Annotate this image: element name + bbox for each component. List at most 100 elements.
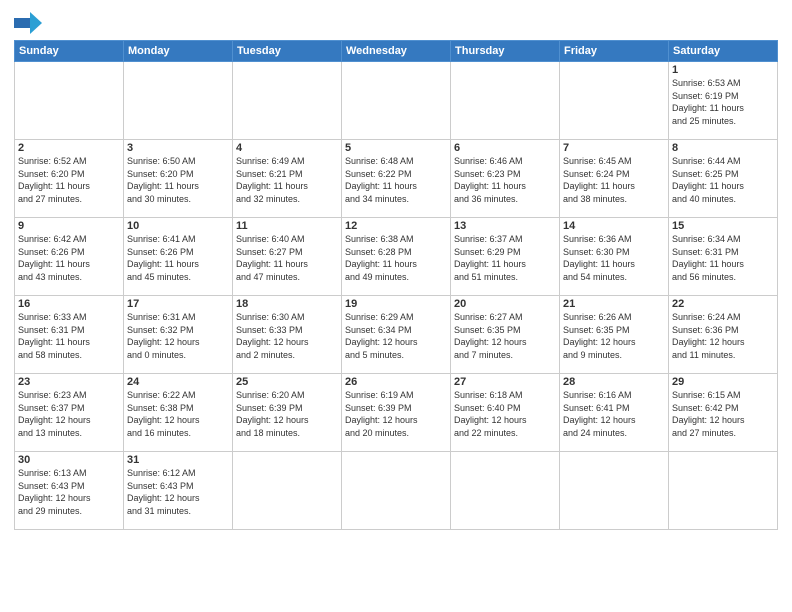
day-info: Sunrise: 6:52 AM Sunset: 6:20 PM Dayligh… xyxy=(18,155,120,205)
calendar-cell: 17Sunrise: 6:31 AM Sunset: 6:32 PM Dayli… xyxy=(124,296,233,374)
logo xyxy=(14,12,50,34)
day-info: Sunrise: 6:24 AM Sunset: 6:36 PM Dayligh… xyxy=(672,311,774,361)
calendar-cell: 28Sunrise: 6:16 AM Sunset: 6:41 PM Dayli… xyxy=(560,374,669,452)
day-info: Sunrise: 6:41 AM Sunset: 6:26 PM Dayligh… xyxy=(127,233,229,283)
day-number: 25 xyxy=(236,376,338,388)
day-info: Sunrise: 6:37 AM Sunset: 6:29 PM Dayligh… xyxy=(454,233,556,283)
weekday-header-tuesday: Tuesday xyxy=(233,41,342,62)
weekday-header-saturday: Saturday xyxy=(669,41,778,62)
calendar-cell: 22Sunrise: 6:24 AM Sunset: 6:36 PM Dayli… xyxy=(669,296,778,374)
week-row-3: 16Sunrise: 6:33 AM Sunset: 6:31 PM Dayli… xyxy=(15,296,778,374)
day-info: Sunrise: 6:27 AM Sunset: 6:35 PM Dayligh… xyxy=(454,311,556,361)
calendar-cell xyxy=(560,62,669,140)
day-info: Sunrise: 6:13 AM Sunset: 6:43 PM Dayligh… xyxy=(18,467,120,517)
day-info: Sunrise: 6:22 AM Sunset: 6:38 PM Dayligh… xyxy=(127,389,229,439)
day-info: Sunrise: 6:30 AM Sunset: 6:33 PM Dayligh… xyxy=(236,311,338,361)
day-info: Sunrise: 6:31 AM Sunset: 6:32 PM Dayligh… xyxy=(127,311,229,361)
day-number: 20 xyxy=(454,298,556,310)
week-row-5: 30Sunrise: 6:13 AM Sunset: 6:43 PM Dayli… xyxy=(15,452,778,530)
calendar-cell xyxy=(451,452,560,530)
calendar-cell: 26Sunrise: 6:19 AM Sunset: 6:39 PM Dayli… xyxy=(342,374,451,452)
day-number: 18 xyxy=(236,298,338,310)
day-number: 19 xyxy=(345,298,447,310)
calendar-cell: 20Sunrise: 6:27 AM Sunset: 6:35 PM Dayli… xyxy=(451,296,560,374)
calendar-cell: 31Sunrise: 6:12 AM Sunset: 6:43 PM Dayli… xyxy=(124,452,233,530)
calendar-cell: 2Sunrise: 6:52 AM Sunset: 6:20 PM Daylig… xyxy=(15,140,124,218)
day-info: Sunrise: 6:38 AM Sunset: 6:28 PM Dayligh… xyxy=(345,233,447,283)
calendar-cell: 15Sunrise: 6:34 AM Sunset: 6:31 PM Dayli… xyxy=(669,218,778,296)
day-info: Sunrise: 6:23 AM Sunset: 6:37 PM Dayligh… xyxy=(18,389,120,439)
day-info: Sunrise: 6:16 AM Sunset: 6:41 PM Dayligh… xyxy=(563,389,665,439)
calendar-cell: 13Sunrise: 6:37 AM Sunset: 6:29 PM Dayli… xyxy=(451,218,560,296)
calendar-cell: 21Sunrise: 6:26 AM Sunset: 6:35 PM Dayli… xyxy=(560,296,669,374)
day-number: 17 xyxy=(127,298,229,310)
weekday-header-monday: Monday xyxy=(124,41,233,62)
day-info: Sunrise: 6:36 AM Sunset: 6:30 PM Dayligh… xyxy=(563,233,665,283)
week-row-0: 1Sunrise: 6:53 AM Sunset: 6:19 PM Daylig… xyxy=(15,62,778,140)
calendar-cell: 25Sunrise: 6:20 AM Sunset: 6:39 PM Dayli… xyxy=(233,374,342,452)
day-number: 23 xyxy=(18,376,120,388)
calendar-cell: 30Sunrise: 6:13 AM Sunset: 6:43 PM Dayli… xyxy=(15,452,124,530)
day-number: 30 xyxy=(18,454,120,466)
day-info: Sunrise: 6:33 AM Sunset: 6:31 PM Dayligh… xyxy=(18,311,120,361)
calendar-cell xyxy=(342,452,451,530)
day-number: 4 xyxy=(236,142,338,154)
day-number: 9 xyxy=(18,220,120,232)
calendar-cell: 27Sunrise: 6:18 AM Sunset: 6:40 PM Dayli… xyxy=(451,374,560,452)
day-number: 22 xyxy=(672,298,774,310)
weekday-header-sunday: Sunday xyxy=(15,41,124,62)
day-number: 31 xyxy=(127,454,229,466)
day-number: 16 xyxy=(18,298,120,310)
logo-area xyxy=(14,12,50,34)
calendar-cell: 5Sunrise: 6:48 AM Sunset: 6:22 PM Daylig… xyxy=(342,140,451,218)
day-number: 29 xyxy=(672,376,774,388)
week-row-1: 2Sunrise: 6:52 AM Sunset: 6:20 PM Daylig… xyxy=(15,140,778,218)
calendar-cell: 10Sunrise: 6:41 AM Sunset: 6:26 PM Dayli… xyxy=(124,218,233,296)
calendar-cell xyxy=(233,452,342,530)
calendar-table: SundayMondayTuesdayWednesdayThursdayFrid… xyxy=(14,40,778,530)
calendar-cell xyxy=(669,452,778,530)
day-number: 1 xyxy=(672,64,774,76)
calendar-cell: 24Sunrise: 6:22 AM Sunset: 6:38 PM Dayli… xyxy=(124,374,233,452)
day-info: Sunrise: 6:18 AM Sunset: 6:40 PM Dayligh… xyxy=(454,389,556,439)
weekday-header-friday: Friday xyxy=(560,41,669,62)
calendar-cell: 14Sunrise: 6:36 AM Sunset: 6:30 PM Dayli… xyxy=(560,218,669,296)
calendar-cell: 12Sunrise: 6:38 AM Sunset: 6:28 PM Dayli… xyxy=(342,218,451,296)
page: SundayMondayTuesdayWednesdayThursdayFrid… xyxy=(0,0,792,612)
day-number: 27 xyxy=(454,376,556,388)
calendar-cell xyxy=(233,62,342,140)
day-info: Sunrise: 6:46 AM Sunset: 6:23 PM Dayligh… xyxy=(454,155,556,205)
day-info: Sunrise: 6:44 AM Sunset: 6:25 PM Dayligh… xyxy=(672,155,774,205)
calendar-cell: 3Sunrise: 6:50 AM Sunset: 6:20 PM Daylig… xyxy=(124,140,233,218)
calendar-cell: 29Sunrise: 6:15 AM Sunset: 6:42 PM Dayli… xyxy=(669,374,778,452)
calendar-cell: 19Sunrise: 6:29 AM Sunset: 6:34 PM Dayli… xyxy=(342,296,451,374)
day-info: Sunrise: 6:48 AM Sunset: 6:22 PM Dayligh… xyxy=(345,155,447,205)
day-info: Sunrise: 6:40 AM Sunset: 6:27 PM Dayligh… xyxy=(236,233,338,283)
calendar-cell: 18Sunrise: 6:30 AM Sunset: 6:33 PM Dayli… xyxy=(233,296,342,374)
day-number: 26 xyxy=(345,376,447,388)
day-info: Sunrise: 6:45 AM Sunset: 6:24 PM Dayligh… xyxy=(563,155,665,205)
day-number: 14 xyxy=(563,220,665,232)
calendar-cell: 4Sunrise: 6:49 AM Sunset: 6:21 PM Daylig… xyxy=(233,140,342,218)
day-info: Sunrise: 6:29 AM Sunset: 6:34 PM Dayligh… xyxy=(345,311,447,361)
week-row-2: 9Sunrise: 6:42 AM Sunset: 6:26 PM Daylig… xyxy=(15,218,778,296)
weekday-header-row: SundayMondayTuesdayWednesdayThursdayFrid… xyxy=(15,41,778,62)
day-info: Sunrise: 6:12 AM Sunset: 6:43 PM Dayligh… xyxy=(127,467,229,517)
day-number: 21 xyxy=(563,298,665,310)
day-number: 24 xyxy=(127,376,229,388)
day-number: 28 xyxy=(563,376,665,388)
day-number: 11 xyxy=(236,220,338,232)
day-number: 10 xyxy=(127,220,229,232)
calendar-cell: 9Sunrise: 6:42 AM Sunset: 6:26 PM Daylig… xyxy=(15,218,124,296)
calendar-cell xyxy=(124,62,233,140)
calendar-cell: 6Sunrise: 6:46 AM Sunset: 6:23 PM Daylig… xyxy=(451,140,560,218)
day-number: 6 xyxy=(454,142,556,154)
day-info: Sunrise: 6:50 AM Sunset: 6:20 PM Dayligh… xyxy=(127,155,229,205)
day-info: Sunrise: 6:15 AM Sunset: 6:42 PM Dayligh… xyxy=(672,389,774,439)
day-info: Sunrise: 6:26 AM Sunset: 6:35 PM Dayligh… xyxy=(563,311,665,361)
day-number: 7 xyxy=(563,142,665,154)
day-number: 12 xyxy=(345,220,447,232)
calendar-cell: 1Sunrise: 6:53 AM Sunset: 6:19 PM Daylig… xyxy=(669,62,778,140)
calendar-cell xyxy=(15,62,124,140)
day-number: 15 xyxy=(672,220,774,232)
